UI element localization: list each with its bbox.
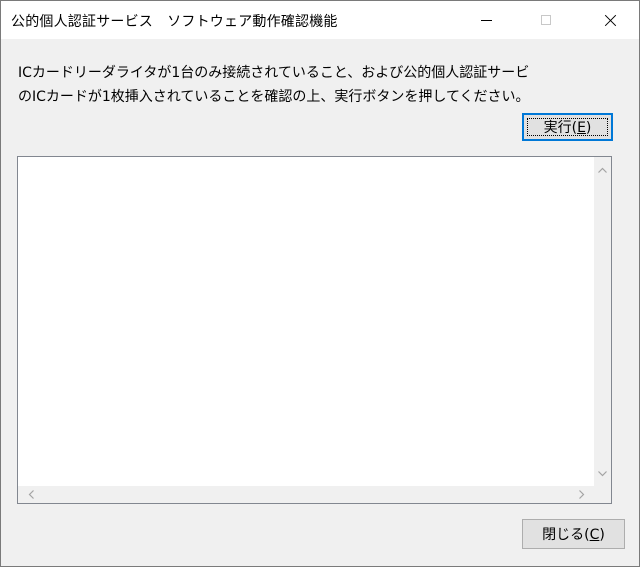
results-textbox[interactable] (17, 156, 612, 504)
horizontal-scrollbar[interactable] (18, 486, 594, 503)
close-button-label: 閉じる(C) (542, 527, 605, 543)
title-bar[interactable]: 公的個人認証サービス ソフトウェア動作確認機能 (1, 1, 639, 39)
instruction-line-2: のICカードが1枚挿入されていることを確認の上、実行ボタンを押してください。 (18, 89, 530, 105)
close-window-button[interactable] (587, 1, 633, 39)
scroll-left-icon[interactable] (22, 486, 39, 503)
maximize-icon (541, 15, 551, 25)
close-icon (603, 13, 617, 27)
scroll-right-icon[interactable] (573, 486, 590, 503)
execute-button[interactable]: 実行(E) (522, 113, 613, 141)
focus-indicator (527, 118, 608, 136)
instruction-line-1: ICカードリーダライタが1台のみ接続されていること、および公的個人認証サービ (18, 65, 530, 81)
minimize-button[interactable] (463, 1, 509, 39)
window-title: 公的個人認証サービス ソフトウェア動作確認機能 (11, 14, 338, 30)
minimize-icon (480, 19, 492, 21)
close-button[interactable]: 閉じる(C) (522, 519, 625, 549)
vertical-scrollbar[interactable] (594, 157, 611, 486)
scroll-up-icon[interactable] (594, 161, 611, 178)
instruction-text: ICカードリーダライタが1台のみ接続されていること、および公的個人認証サービ の… (18, 61, 618, 109)
scrollbar-corner (594, 486, 611, 503)
maximize-button (523, 1, 569, 39)
scroll-down-icon[interactable] (594, 465, 611, 482)
dialog-window: 公的個人認証サービス ソフトウェア動作確認機能 ICカードリーダライタが1台のみ… (0, 0, 640, 567)
